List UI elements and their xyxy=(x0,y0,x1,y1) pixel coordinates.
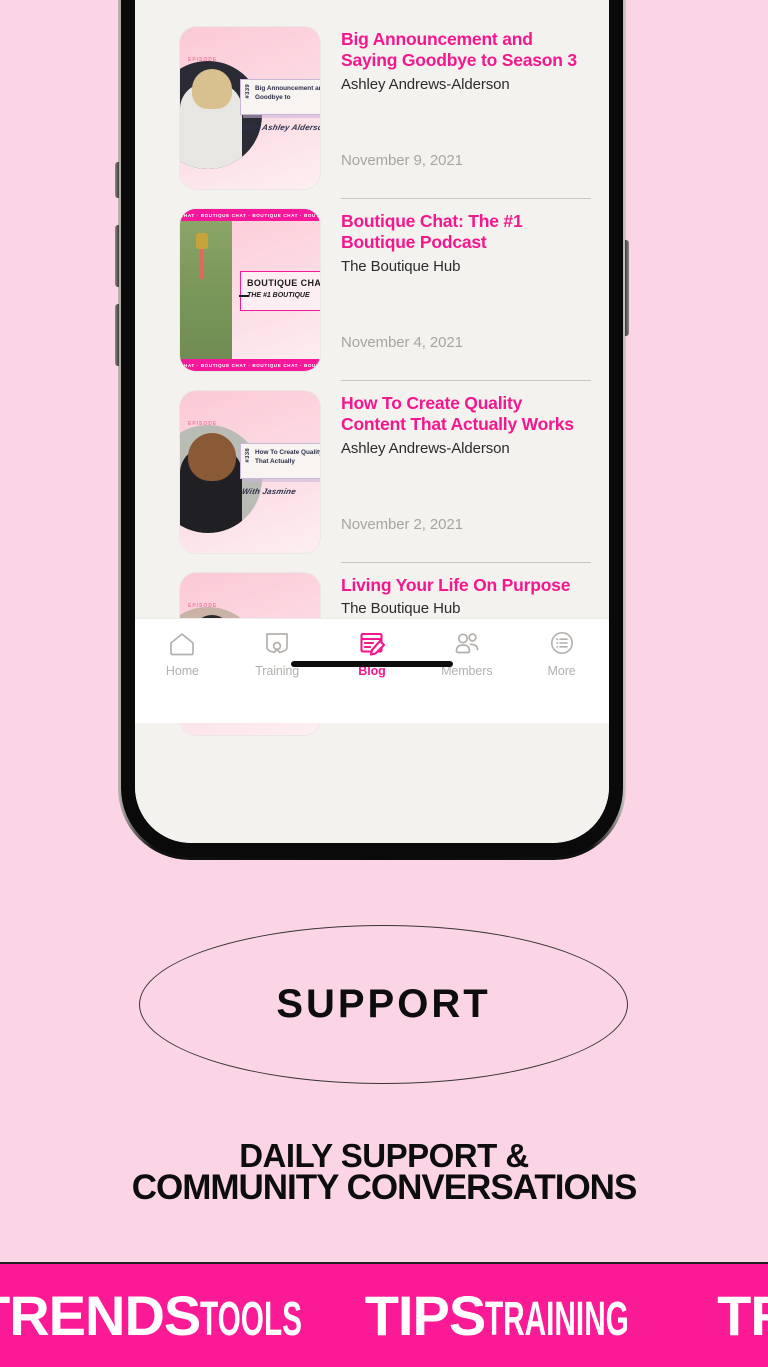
thumb-card-line2: THE #1 BOUTIQUE xyxy=(247,292,310,299)
phone-volume-down-button[interactable] xyxy=(115,304,119,366)
ticker-word: TRENDS xyxy=(0,1283,201,1347)
thumb-title-card: #339 Big Announcement and Saying Goodbye… xyxy=(240,79,320,115)
post-title[interactable]: Big Announcement and Saying Goodbye to S… xyxy=(341,29,591,71)
post-body: Boutique Chat: The #1 Boutique Podcast T… xyxy=(341,199,591,381)
graduation-cap-icon xyxy=(263,631,291,657)
thumb-title-card: BOUTIQUE CHAT THE #1 BOUTIQUE xyxy=(239,271,320,311)
thumb-card-line1: How To Create Quality xyxy=(255,449,320,456)
tab-home[interactable]: Home xyxy=(135,631,230,678)
post-date: November 4, 2021 xyxy=(341,334,463,351)
post-author: The Boutique Hub xyxy=(341,600,461,617)
marquee-ticker: TRENDSTOOLSTIPSTRAININGTRENDSTOOLSTIPSTR… xyxy=(0,1262,768,1367)
blog-pencil-icon xyxy=(358,631,386,657)
headline-line-2: COMMUNITY CONVERSATIONS xyxy=(131,1168,638,1207)
ticker-word: TOOLS xyxy=(200,1292,303,1346)
people-icon xyxy=(453,631,481,657)
tab-blog[interactable]: Blog xyxy=(325,631,420,678)
more-list-circle-icon xyxy=(548,631,576,657)
post-title[interactable]: Boutique Chat: The #1 Boutique Podcast xyxy=(341,211,591,253)
tab-label: More xyxy=(547,664,576,678)
thumb-with-line: With Ashley Alderson xyxy=(241,123,320,132)
post-thumbnail[interactable]: EPISODE #339 Big Announcement and Saying… xyxy=(180,27,320,189)
phone-silent-switch[interactable] xyxy=(115,162,119,198)
support-badge: SUPPORT xyxy=(139,925,628,1084)
page-title: DAILY SUPPORT & COMMUNITY CONVERSATIONS xyxy=(0,1139,768,1207)
thumb-episode-number: #339 xyxy=(245,84,251,99)
post-title[interactable]: How To Create Quality Content That Actua… xyxy=(341,393,591,435)
list-item[interactable]: CHAT · BOUTIQUE CHAT · BOUTIQUE CHAT · B… xyxy=(135,199,609,381)
ticker-word: TRENDS xyxy=(717,1283,768,1347)
post-author: Ashley Andrews-Alderson xyxy=(341,440,510,457)
tab-label: Home xyxy=(165,664,199,678)
tab-training[interactable]: Training xyxy=(230,631,325,678)
home-icon xyxy=(168,631,196,657)
list-item[interactable]: November 10, 2021 xyxy=(135,0,609,17)
post-title[interactable]: Living Your Life On Purpose xyxy=(341,575,591,596)
bottom-tab-bar: Home Training Blog Members More xyxy=(135,618,609,723)
thumb-episode-number: #338 xyxy=(245,448,251,463)
post-thumbnail[interactable]: EPISODE #338 How To Create Quality Conte… xyxy=(180,391,320,553)
phone-screen: November 10, 2021 EPISODE #339 Big Anno xyxy=(135,0,609,843)
list-item[interactable]: EPISODE #339 Big Announcement and Saying… xyxy=(135,17,609,199)
thumb-card-line1: Big Announcement and xyxy=(255,85,320,92)
thumb-band-top: CHAT · BOUTIQUE CHAT · BOUTIQUE CHAT · B… xyxy=(180,209,320,221)
phone-power-button[interactable] xyxy=(625,240,629,336)
ticker-word: TRAINING xyxy=(485,1292,630,1346)
tab-more[interactable]: More xyxy=(514,631,609,678)
thumb-portrait xyxy=(180,425,262,533)
phone-volume-up-button[interactable] xyxy=(115,225,119,287)
blog-screen[interactable]: November 10, 2021 EPISODE #339 Big Anno xyxy=(135,0,609,843)
thumb-title-card: #338 How To Create Quality Content That … xyxy=(240,443,320,479)
thumb-with-line: With Jasmine xyxy=(241,487,297,496)
post-author: The Boutique Hub xyxy=(341,258,461,275)
home-indicator[interactable] xyxy=(291,661,453,667)
post-body: Big Announcement and Saying Goodbye to S… xyxy=(341,17,591,199)
post-body: How To Create Quality Content That Actua… xyxy=(341,381,591,563)
thumb-band-bottom: CHAT · BOUTIQUE CHAT · BOUTIQUE CHAT · B… xyxy=(180,359,320,371)
post-author: Ashley Andrews-Alderson xyxy=(341,76,510,93)
ticker-strip: TRENDSTOOLSTIPSTRAININGTRENDSTOOLSTIPSTR… xyxy=(0,1283,768,1347)
thumb-card-line1: BOUTIQUE CHAT xyxy=(247,278,320,288)
support-badge-label: SUPPORT xyxy=(276,982,491,1026)
phone-mockup: November 10, 2021 EPISODE #339 Big Anno xyxy=(115,0,629,860)
ticker-word: TIPS xyxy=(364,1283,486,1347)
post-thumbnail[interactable]: CHAT · BOUTIQUE CHAT · BOUTIQUE CHAT · B… xyxy=(180,209,320,371)
tab-members[interactable]: Members xyxy=(419,631,514,678)
post-date: November 2, 2021 xyxy=(341,516,463,533)
post-date: November 9, 2021 xyxy=(341,152,463,169)
thumb-portrait xyxy=(180,61,262,169)
list-item[interactable]: EPISODE #338 How To Create Quality Conte… xyxy=(135,381,609,563)
